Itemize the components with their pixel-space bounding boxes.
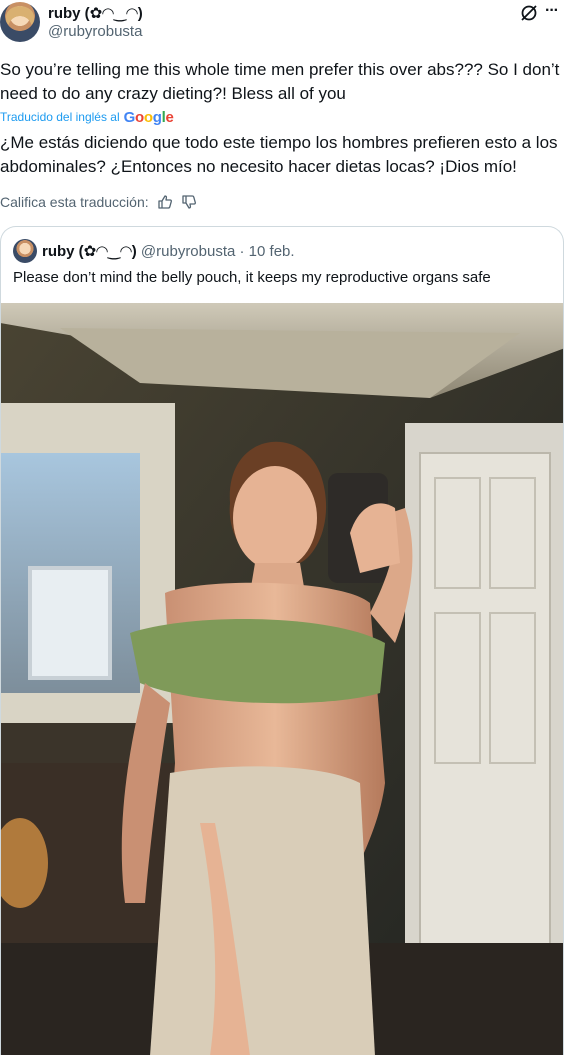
google-logo: Google [123,108,174,126]
quoted-author-name: ruby (✿◠‿◠) [42,243,137,260]
thumbs-down-icon[interactable] [181,194,197,210]
rate-label: Califica esta traducción: [0,194,149,210]
tweet-text: So you’re telling me this whole time men… [0,60,560,103]
quoted-author-meta: @rubyrobusta · 10 feb. [140,243,295,260]
quoted-text: Please don’t mind the belly pouch, it ke… [13,269,491,286]
translation-text: ¿Me estás diciendo que todo este tiempo … [0,133,558,176]
rate-translation: Califica esta traducción: [0,193,197,211]
more-icon[interactable]: ··· [545,2,559,20]
thumbs-up-icon[interactable] [157,194,173,210]
quoted-photo[interactable] [0,303,564,1055]
author-name[interactable]: ruby (✿◠‿◠) [48,4,143,22]
grok-icon[interactable] [519,3,539,23]
translated-label[interactable]: Traducido del inglés al [0,110,120,124]
quoted-tweet[interactable]: ruby (✿◠‿◠) @rubyrobusta · 10 feb. Pleas… [0,226,564,1055]
author-handle[interactable]: @rubyrobusta [48,23,142,40]
translation-attribution: Traducido del inglés al Google [0,108,174,126]
tweet-page: ruby (✿◠‿◠) @rubyrobusta ··· So you’re t… [0,0,564,1055]
quoted-avatar [13,239,37,263]
avatar[interactable] [0,2,40,42]
tweet-header: ruby (✿◠‿◠) @rubyrobusta ··· [0,0,564,44]
quoted-header: ruby (✿◠‿◠) @rubyrobusta · 10 feb. [42,242,295,260]
